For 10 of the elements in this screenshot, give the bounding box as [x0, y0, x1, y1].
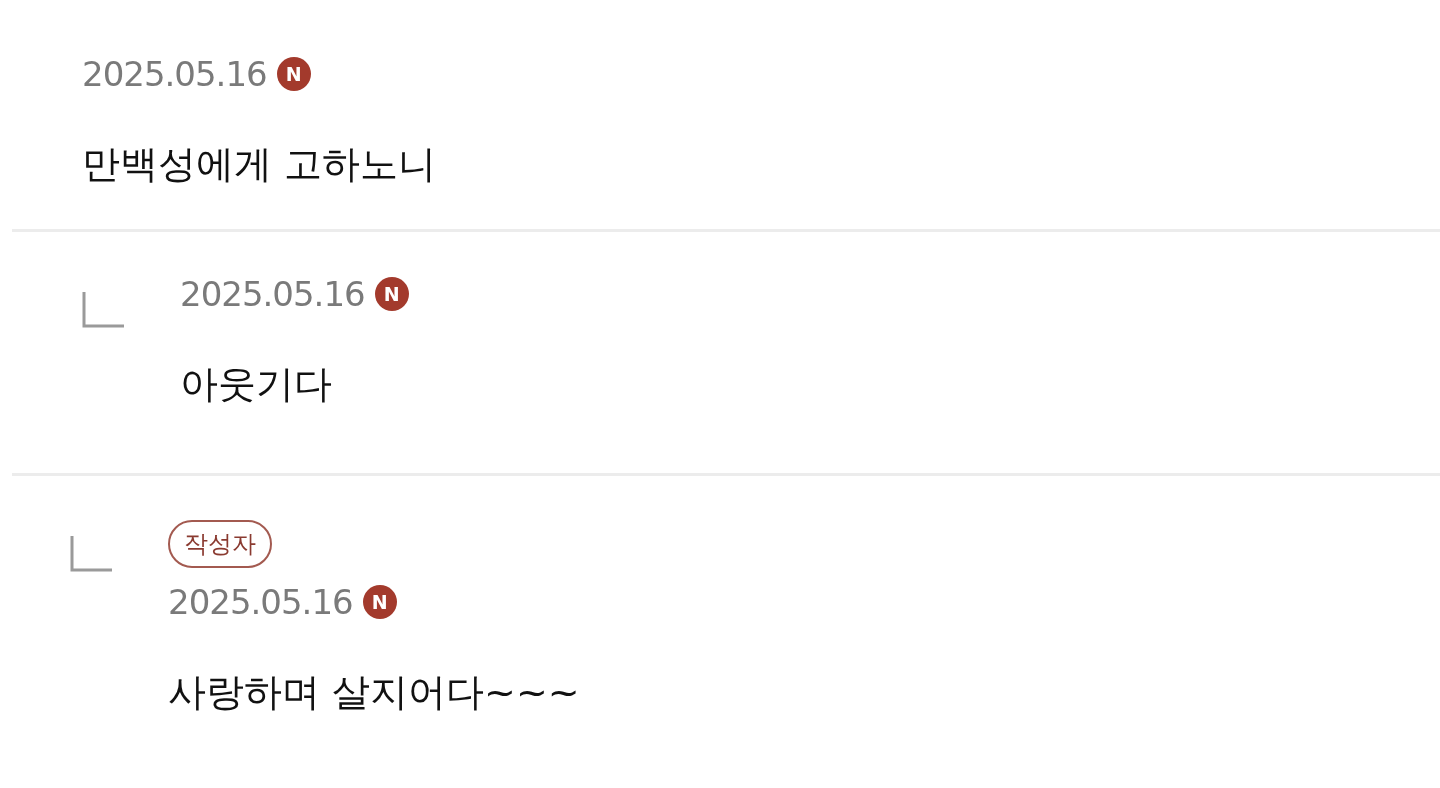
author-badge: 작성자	[168, 520, 272, 568]
new-badge: N	[362, 585, 397, 619]
comment-text: 만백성에게 고하노니	[82, 141, 437, 188]
comment-date: 2025.05.16	[180, 274, 365, 314]
comment-date: 2025.05.16	[82, 54, 267, 94]
comment-text: 아웃기다	[180, 361, 332, 408]
new-badge: N	[276, 57, 311, 91]
comment-text: 사랑하며 살지어다~~~	[168, 669, 580, 716]
new-badge: N	[374, 277, 409, 311]
comment-date: 2025.05.16	[168, 582, 353, 622]
